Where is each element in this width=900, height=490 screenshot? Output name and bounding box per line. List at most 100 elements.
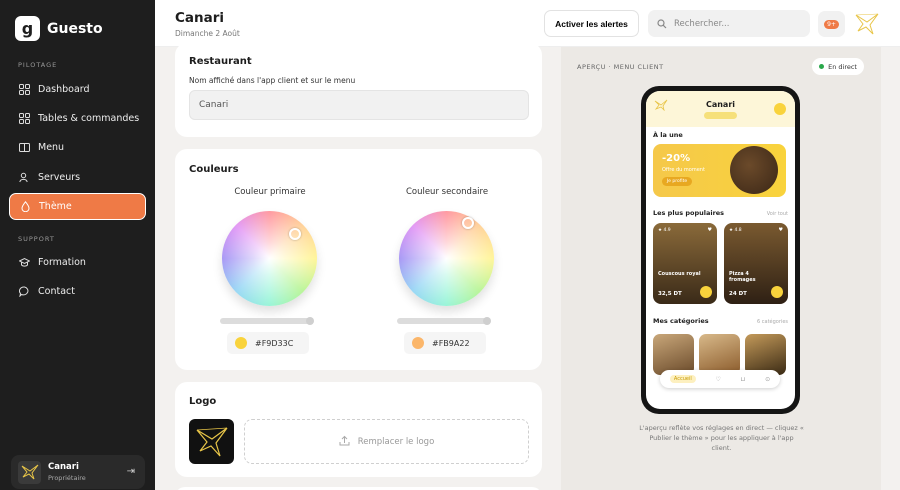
add-dish-icon <box>700 286 712 298</box>
preview-label: APERÇU · MENU CLIENT <box>577 63 664 71</box>
secondary-hex-chip[interactable]: #FB9A22 <box>404 332 486 354</box>
sidebar-item-label: Menu <box>38 142 65 153</box>
brand[interactable]: g Guesto <box>15 16 103 41</box>
popular-see-all-link: Voir tout <box>766 211 788 217</box>
promo-banner: -20% Offre du moment Je profite <box>653 144 786 197</box>
slider-knob[interactable] <box>483 317 491 325</box>
promo-text: Offre du moment <box>662 167 705 173</box>
restaurant-card-title: Restaurant <box>189 56 252 67</box>
restaurant-card: Restaurant Nom affiché dans l'app client… <box>175 43 542 137</box>
restaurant-name-label: Nom affiché dans l'app client et sur le … <box>189 76 356 85</box>
sidebar-item-label: Dashboard <box>38 84 90 95</box>
category-tile <box>653 334 694 375</box>
sidebar-item-theme[interactable]: Thème <box>9 193 146 220</box>
primary-swatch <box>235 337 247 349</box>
section-label-support: SUPPORT <box>18 235 55 243</box>
chat-icon <box>19 286 30 297</box>
dish-card: ★ 4.8 ♥ Pizza 4 fromages 24 DT <box>724 223 788 304</box>
dish-price: 24 DT <box>729 291 747 297</box>
categories-count-link: 6 catégories <box>757 319 788 325</box>
secondary-color-picker: Couleur secondaire #FB9A22 <box>377 187 517 354</box>
user-name: Canari <box>48 462 79 472</box>
logo-card-title: Logo <box>189 396 217 407</box>
secondary-color-wheel[interactable] <box>399 211 494 306</box>
sidebar-item-formation[interactable]: Formation <box>9 249 146 276</box>
sidebar-item-label: Contact <box>38 286 75 297</box>
logout-icon[interactable]: ⇥ <box>127 466 135 477</box>
popular-section-title: Les plus populaires <box>653 209 725 217</box>
app-root: g Guesto PILOTAGE Dashboard Tables & com… <box>0 0 900 490</box>
bird-logo-icon <box>21 464 38 480</box>
avatar <box>18 460 41 484</box>
sidebar-item-contact[interactable]: Contact <box>9 278 146 305</box>
primary-hex-chip[interactable]: #F9D33C <box>227 332 309 354</box>
page-date: Dimanche 2 Août <box>175 29 240 38</box>
enable-alerts-button[interactable]: Activer les alertes <box>544 10 639 37</box>
user-role: Propriétaire <box>48 474 86 482</box>
primary-color-wheel[interactable] <box>222 211 317 306</box>
live-badge-label: En direct <box>828 62 857 71</box>
sidebar-item-serveurs[interactable]: Serveurs <box>9 164 146 191</box>
grid-icon <box>19 84 30 95</box>
live-dot-icon <box>819 64 825 69</box>
dish-rating: ★ 4.8 <box>729 228 742 233</box>
profile-icon <box>774 103 786 115</box>
notifications-button[interactable]: 9+ <box>818 11 845 37</box>
dish-name: Couscous royal <box>658 271 701 277</box>
sidebar-item-tables[interactable]: Tables & commandes <box>9 105 146 132</box>
dish-name: Pizza 4 fromages <box>729 271 756 283</box>
user-card[interactable]: Canari Propriétaire ⇥ <box>11 455 145 489</box>
search-input[interactable] <box>674 18 794 29</box>
sidebar-item-menu[interactable]: Menu <box>9 134 146 161</box>
secondary-color-handle[interactable] <box>462 217 474 229</box>
primary-brightness-slider[interactable] <box>220 317 314 325</box>
logo-card: Logo Remplacer le logo <box>175 382 542 477</box>
tab-home: Accueil <box>669 375 696 383</box>
secondary-brightness-slider[interactable] <box>397 317 491 325</box>
replace-logo-dropzone[interactable]: Remplacer le logo <box>244 419 529 464</box>
primary-hex-value: #F9D33C <box>255 338 294 348</box>
promo-percent: -20% <box>662 153 691 164</box>
secondary-color-label: Couleur secondaire <box>405 187 489 197</box>
section-label-pilotage: PILOTAGE <box>18 61 58 69</box>
sidebar-item-label: Serveurs <box>38 172 81 183</box>
primary-color-picker: Couleur primaire #F9D33C <box>200 187 340 354</box>
category-tile <box>745 334 786 375</box>
phone-mockup: Canari À la une -20% Offre du moment Je … <box>641 86 800 414</box>
restaurant-name-field[interactable] <box>189 90 529 120</box>
primary-color-handle[interactable] <box>289 228 301 240</box>
sidebar: g Guesto PILOTAGE Dashboard Tables & com… <box>0 0 155 490</box>
phone-tabbar: Accueil ♡ ⊔ ⊙ <box>660 370 780 388</box>
heart-icon: ♥ <box>778 227 783 233</box>
add-dish-icon <box>771 286 783 298</box>
colors-card-title: Couleurs <box>189 164 239 175</box>
secondary-swatch <box>412 337 424 349</box>
sidebar-item-dashboard[interactable]: Dashboard <box>9 76 146 103</box>
brand-logo-icon: g <box>15 16 40 41</box>
colors-card: Couleurs Couleur primaire #F9D33C Couleu… <box>175 149 542 370</box>
topbar: Canari Dimanche 2 Août Activer les alert… <box>155 0 900 47</box>
graduation-icon <box>19 257 30 268</box>
phone-subtitle-pill <box>704 112 737 119</box>
categories-section-title: Mes catégories <box>653 317 709 325</box>
live-badge: En direct <box>812 58 864 75</box>
search-icon <box>657 14 667 33</box>
user-icon: ⊙ <box>765 375 771 383</box>
logo-thumbnail <box>189 419 234 464</box>
replace-logo-label: Remplacer le logo <box>357 436 435 447</box>
sidebar-item-label: Thème <box>39 201 72 212</box>
slider-knob[interactable] <box>306 317 314 325</box>
dish-card: ★ 4.9 ♥ Couscous royal 32,5 DT <box>653 223 717 304</box>
users-icon <box>19 172 30 183</box>
drop-icon <box>20 201 31 212</box>
bird-logo-icon[interactable] <box>853 11 881 37</box>
notification-count-badge: 9+ <box>824 19 839 29</box>
table-icon <box>19 113 30 124</box>
sidebar-item-label: Tables & commandes <box>38 113 140 124</box>
promo-button: Je profite <box>662 177 692 186</box>
upload-icon <box>339 435 350 449</box>
heart-icon: ♥ <box>707 227 712 233</box>
sidebar-item-label: Formation <box>38 257 86 268</box>
dish-rating: ★ 4.9 <box>658 228 671 233</box>
search-box[interactable] <box>648 10 810 37</box>
